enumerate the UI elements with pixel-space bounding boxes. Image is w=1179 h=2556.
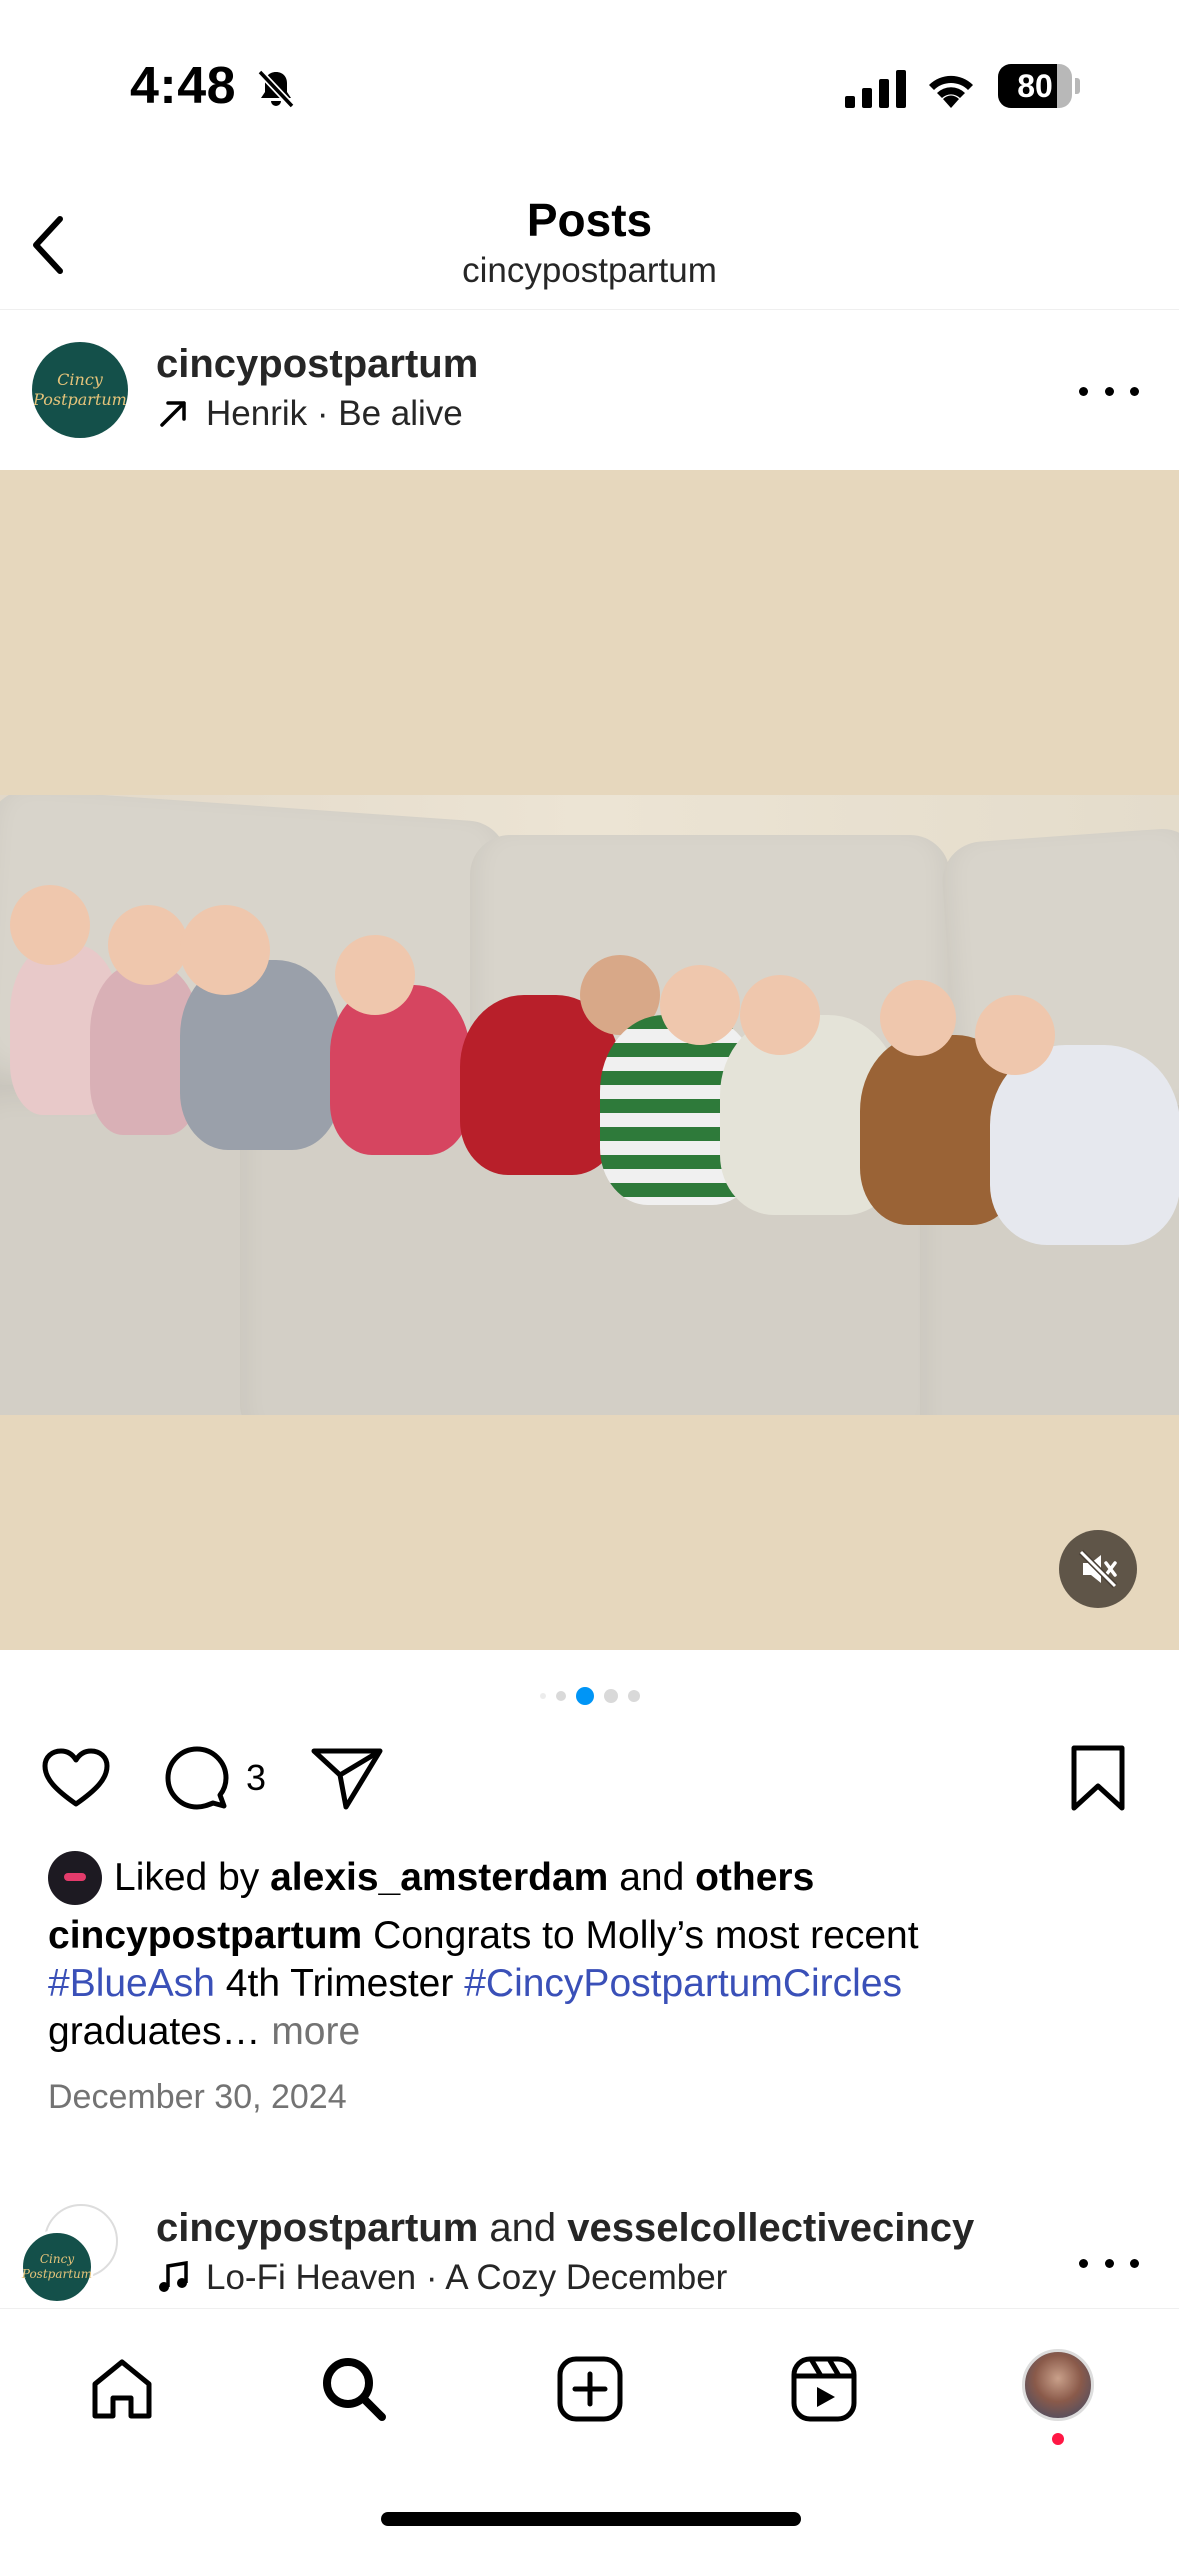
search-icon (323, 2358, 386, 2421)
liked-by-prefix: Liked by (114, 1856, 260, 1899)
mute-toggle-button[interactable] (1059, 1530, 1137, 1608)
tab-create[interactable] (550, 2349, 630, 2429)
notification-dot (1052, 2433, 1064, 2445)
post-caption: cincypostpartum Congrats to Molly’s most… (48, 1912, 1128, 2056)
post-header: Cincy Postpartum cincypostpartum Henrik … (0, 312, 1179, 470)
carousel-dot (603, 1689, 618, 1703)
post-options-button[interactable] (1079, 378, 1139, 404)
caption-text: graduates… (48, 2010, 261, 2053)
next-post-user-1[interactable]: cincypostpartum (156, 2206, 478, 2250)
status-time: 4:48 (130, 57, 237, 115)
more-dot-icon (1104, 386, 1114, 396)
caption-username[interactable]: cincypostpartum (48, 1914, 362, 1957)
carousel-dot (539, 1693, 546, 1699)
comment-button[interactable]: 3 (162, 1738, 266, 1818)
post-author-avatar[interactable]: Cincy Postpartum (32, 342, 128, 438)
avatar-logo-text: Cincy Postpartum (21, 2252, 93, 2281)
post-date: December 30, 2024 (48, 2078, 347, 2116)
next-post-usernames: cincypostpartum and vesselcollectivecinc… (156, 2206, 974, 2251)
paper-plane-icon (311, 1748, 383, 1810)
music-note-icon (159, 2261, 188, 2292)
more-dot-icon (1079, 2258, 1088, 2268)
page-subtitle: cincypostpartum (462, 251, 717, 290)
page-title: Posts (526, 194, 653, 246)
status-bar: 4:48 80 (0, 0, 1179, 175)
next-post-author-avatar[interactable]: Cincy Postpartum (20, 2230, 94, 2304)
create-icon (557, 2356, 623, 2422)
liked-by-others[interactable]: others (695, 1856, 814, 1900)
cellular-signal-icon (845, 70, 906, 108)
caption-text: Congrats to Molly’s most recent (373, 1914, 919, 1957)
liker-avatar (48, 1851, 102, 1905)
tab-home[interactable] (82, 2349, 162, 2429)
bookmark-icon (1071, 1745, 1125, 1811)
tab-profile-avatar[interactable] (1022, 2349, 1094, 2421)
speaker-muted-icon (1078, 1549, 1118, 1589)
carousel-dot (627, 1690, 640, 1702)
carousel-dot (555, 1691, 566, 1701)
home-icon (92, 2359, 152, 2419)
bell-slash-icon (257, 69, 295, 109)
post-audio-link[interactable]: Henrik · Be alive (156, 394, 463, 434)
more-dot-icon (1130, 386, 1139, 396)
arrow-up-right-icon (160, 401, 186, 427)
hashtag-link[interactable]: #BlueAsh (48, 1962, 215, 2005)
next-post-options-button[interactable] (1079, 2250, 1139, 2276)
posts-header: Posts cincypostpartum (0, 175, 1179, 310)
share-button[interactable] (310, 1738, 384, 1818)
post-media[interactable] (0, 470, 1179, 1650)
next-post-audio-link[interactable]: Lo-Fi Heaven · A Cozy December (156, 2258, 727, 2298)
caption-more-link[interactable]: more (271, 2010, 360, 2053)
liked-by-and: and (619, 1856, 685, 1899)
tab-search[interactable] (314, 2349, 394, 2429)
carousel-indicator (0, 1686, 1179, 1706)
post-actions: 3 (0, 1738, 1179, 1818)
caption-text: 4th Trimester (225, 1962, 454, 2005)
more-dot-icon (1079, 386, 1088, 396)
more-dot-icon (1130, 2258, 1139, 2268)
next-post-header: Cincy Postpartum cincypostpartum and ves… (0, 2200, 1179, 2310)
battery-indicator: 80 (998, 64, 1080, 108)
liked-by-username[interactable]: alexis_amsterdam (270, 1856, 608, 1900)
reels-icon (791, 2356, 857, 2422)
post-photo (0, 795, 1179, 1415)
battery-percent: 80 (1017, 68, 1053, 104)
tab-reels[interactable] (784, 2349, 864, 2429)
post-audio-label: Henrik · Be alive (206, 394, 463, 433)
avatar-logo-text: Cincy Postpartum (33, 370, 127, 409)
liked-by-row[interactable]: Liked by alexis_amsterdam and others (48, 1848, 814, 1908)
comment-count: 3 (246, 1757, 267, 1798)
home-indicator (381, 2512, 801, 2526)
next-post-user-2[interactable]: vesselcollectivecincy (567, 2206, 974, 2250)
next-post-audio-label: Lo-Fi Heaven · A Cozy December (206, 2258, 728, 2297)
wifi-icon (929, 75, 973, 108)
save-button[interactable] (1068, 1738, 1128, 1818)
hashtag-link[interactable]: #CincyPostpartumCircles (464, 1962, 902, 2005)
more-dot-icon (1104, 2258, 1114, 2268)
like-button[interactable] (40, 1738, 112, 1818)
heart-icon (42, 1748, 110, 1807)
next-post-and: and (489, 2206, 557, 2250)
carousel-dot-active (575, 1687, 594, 1705)
comment-bubble-icon (165, 1746, 229, 1810)
post-author-username[interactable]: cincypostpartum (156, 342, 478, 387)
